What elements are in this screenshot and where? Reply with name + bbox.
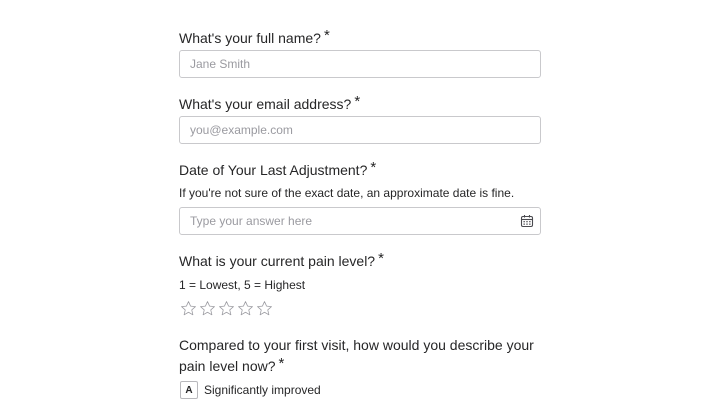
pain-level-help: 1 = Lowest, 5 = Highest [179,278,306,292]
star-icon-4[interactable] [237,300,254,317]
required-asterisk: * [278,355,285,372]
required-asterisk: * [378,250,384,267]
question-full-name: What's your full name? * [179,27,541,78]
last-adjustment-help: If you're not sure of the exact date, an… [179,186,515,200]
required-asterisk: * [370,159,377,176]
star-icon-2[interactable] [199,300,216,317]
last-adjustment-label: Date of Your Last Adjustment? * [179,159,377,178]
full-name-label: What's your full name? * [179,27,330,46]
question-email: What's your email address? * [179,93,541,144]
star-icon-3[interactable] [218,300,235,317]
date-input[interactable] [179,207,541,235]
required-asterisk: * [354,93,361,110]
question-comparison: Compared to your first visit, how would … [179,335,541,399]
star-icon-1[interactable] [180,300,197,317]
date-field [179,207,541,235]
question-pain-level: What is your current pain level? * 1 = Lo… [179,250,541,316]
choice-key-badge: A [180,381,198,399]
choice-list: A Significantly improved [180,381,321,399]
full-name-input[interactable] [179,50,541,78]
question-last-adjustment: Date of Your Last Adjustment? * If you're… [179,159,541,235]
calendar-icon[interactable] [520,214,534,228]
pain-level-label: What is your current pain level? * [179,250,384,269]
star-rating [180,300,273,317]
choice-option[interactable]: A Significantly improved [180,381,321,399]
choice-label: Significantly improved [204,383,321,397]
comparison-label: Compared to your first visit, how would … [179,337,534,374]
email-label: What's your email address? * [179,93,361,112]
email-input[interactable] [179,116,541,144]
required-asterisk: * [323,27,330,44]
star-icon-5[interactable] [256,300,273,317]
